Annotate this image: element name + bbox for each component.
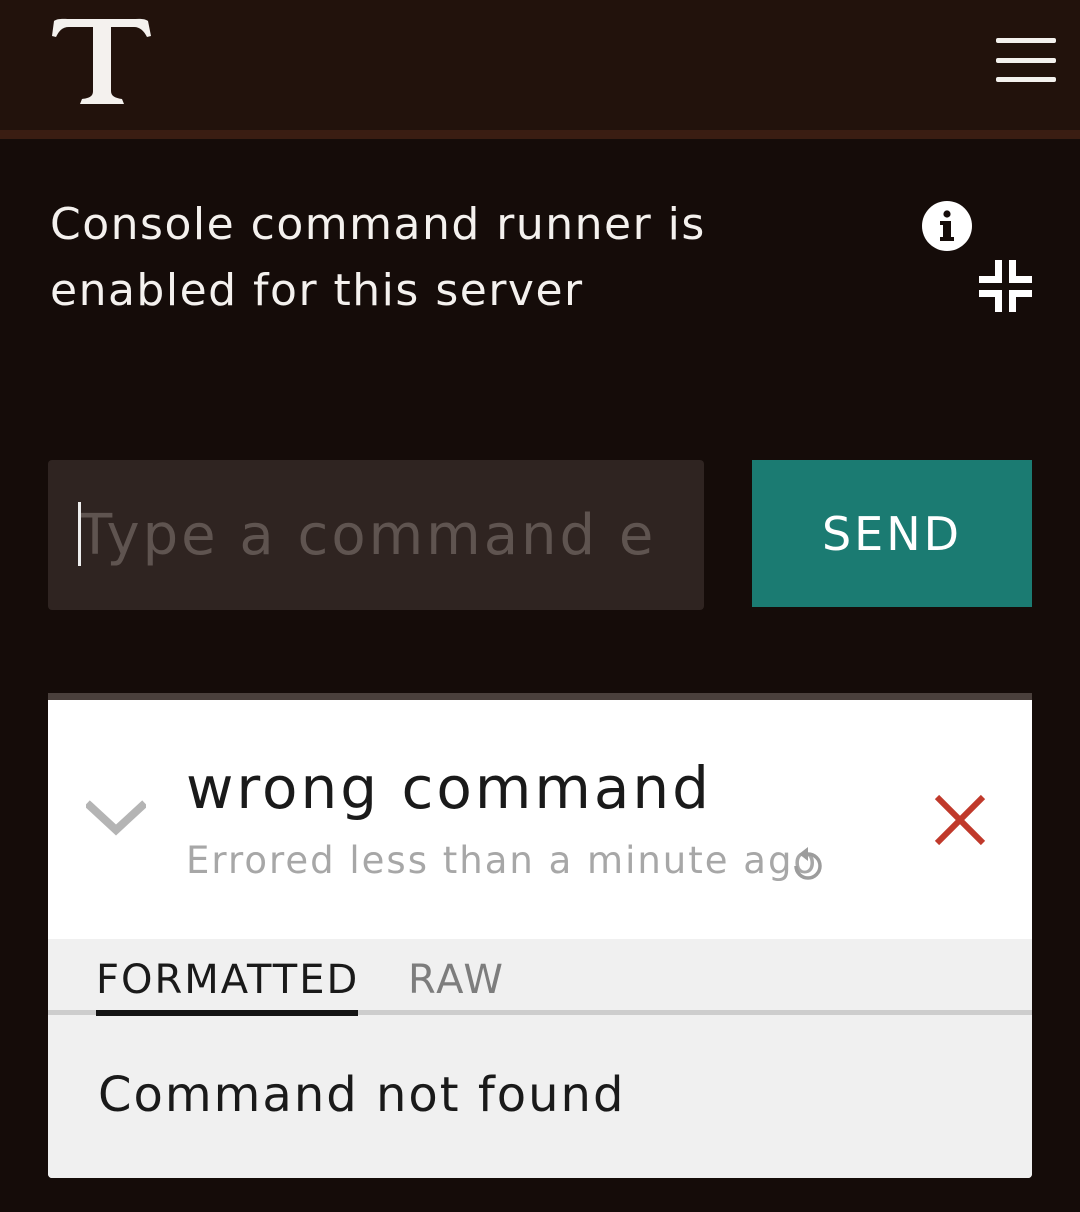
runner-enabled-notice: Console command runner is enabled for th… (50, 199, 706, 316)
command-status: Errored less than a minute ago (186, 839, 819, 882)
logo-icon[interactable] (48, 4, 154, 108)
top-app-bar (0, 0, 1080, 130)
close-icon[interactable] (932, 792, 988, 848)
command-result-card: wrong command Errored less than a minute… (48, 700, 1032, 1178)
command-input[interactable] (48, 460, 704, 610)
tab-raw[interactable]: RAW (408, 953, 505, 1015)
command-title: wrong command (186, 754, 712, 822)
info-icon[interactable] (921, 200, 973, 252)
send-button[interactable]: SEND (752, 460, 1032, 607)
hamburger-menu-icon[interactable] (990, 34, 1062, 88)
rerun-icon[interactable] (790, 844, 826, 884)
collapse-fullscreen-icon[interactable] (976, 258, 1034, 314)
output-tabs-panel: FORMATTED RAW Command not found (48, 939, 1032, 1178)
top-bar-divider (0, 130, 1080, 139)
command-output: Command not found (98, 1067, 626, 1123)
text-caret (78, 502, 81, 566)
chevron-down-icon[interactable] (86, 798, 146, 838)
active-tab-indicator (96, 1010, 358, 1016)
tab-formatted[interactable]: FORMATTED (96, 953, 359, 1015)
